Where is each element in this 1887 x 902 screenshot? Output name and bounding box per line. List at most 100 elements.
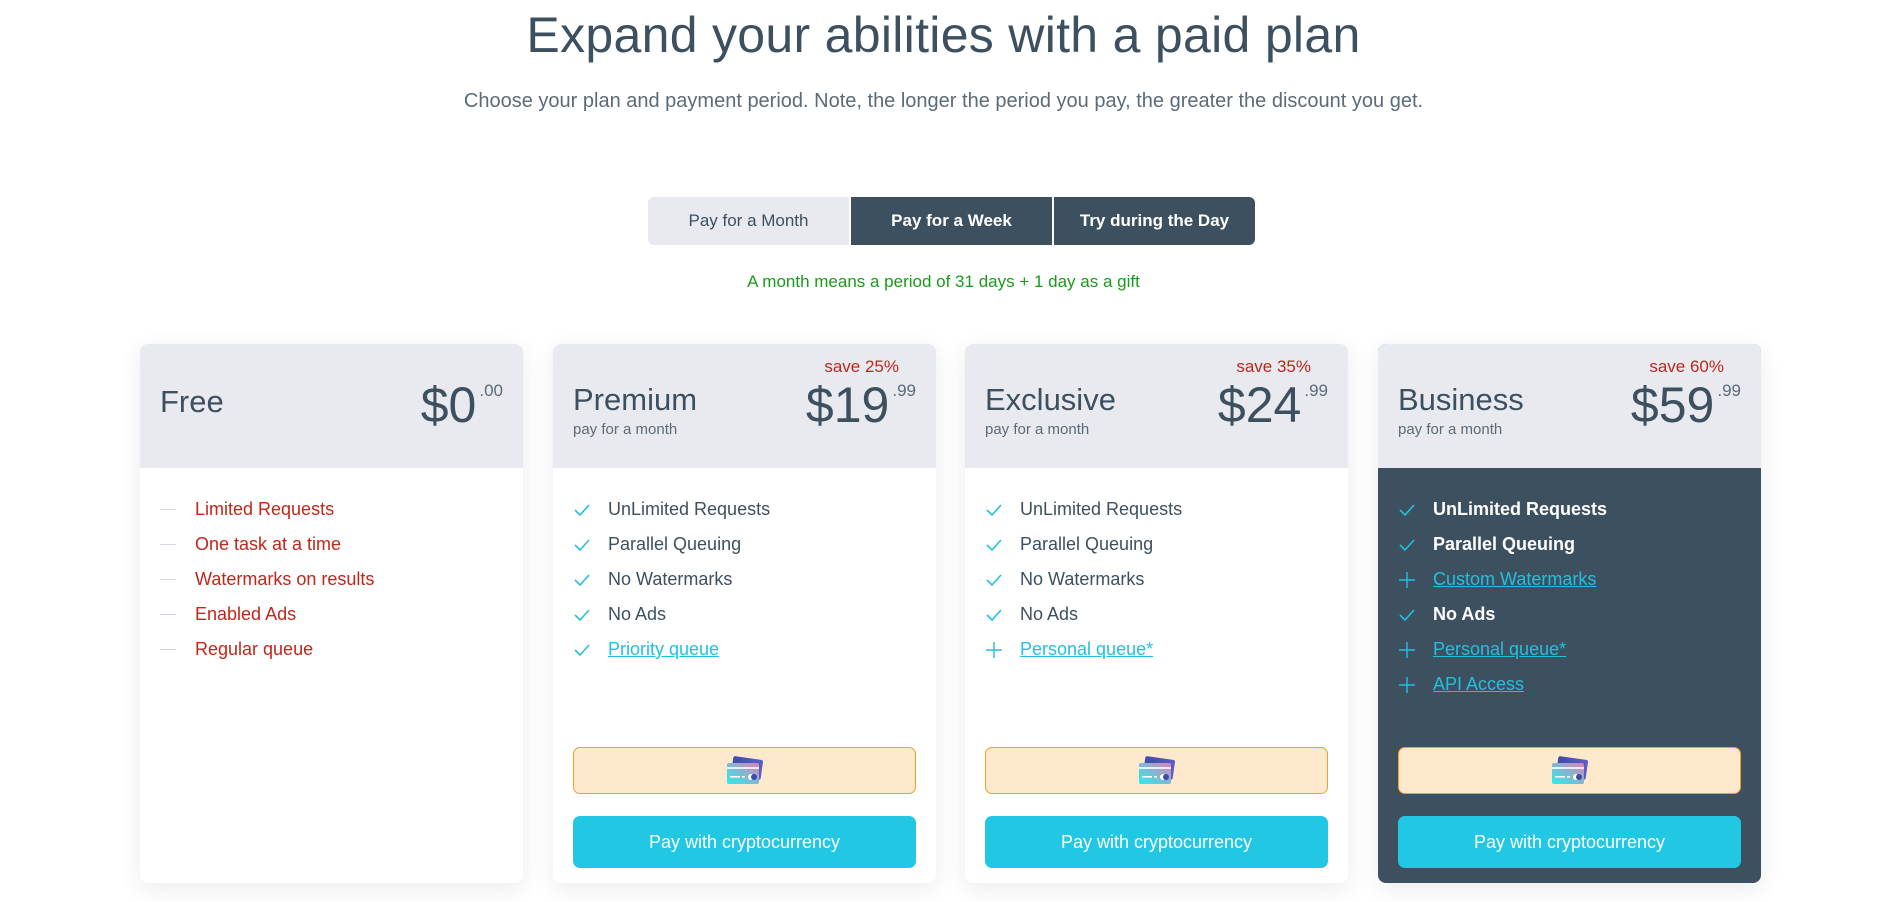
pay-with-card-button[interactable] <box>573 747 916 794</box>
feature-label: Enabled Ads <box>195 604 297 624</box>
toggle-pay-week[interactable]: Pay for a Week <box>849 197 1052 245</box>
check-icon <box>573 573 608 587</box>
plan-card-exclusive: save 35% Exclusive pay for a month $24 .… <box>965 344 1348 883</box>
dash-icon <box>160 649 195 650</box>
feature-list: UnLimited Requests Parallel Queuing Custom… <box>1378 468 1761 702</box>
feature-list: UnLimited Requests Parallel Queuing No Wat… <box>965 468 1348 667</box>
plus-icon <box>1398 641 1433 659</box>
feature-item[interactable]: Priority queue <box>573 632 916 667</box>
feature-item[interactable]: API Access <box>1398 667 1741 702</box>
feature-item: No Ads <box>985 597 1328 632</box>
feature-item: No Ads <box>573 597 916 632</box>
pay-with-card-button[interactable] <box>985 747 1328 794</box>
check-icon <box>573 503 608 517</box>
feature-label: One task at a time <box>195 534 342 554</box>
plan-name: Business <box>1398 382 1524 417</box>
plan-price: $19 .99 <box>806 377 916 433</box>
check-icon <box>985 538 1020 552</box>
feature-item: Regular queue <box>160 632 503 667</box>
check-icon <box>1398 608 1433 622</box>
feature-label: UnLimited Requests <box>1433 499 1608 519</box>
feature-item: Enabled Ads <box>160 597 503 632</box>
feature-label: UnLimited Requests <box>608 499 771 519</box>
save-badge: save 25% <box>824 357 899 376</box>
plan-price: $59 .99 <box>1631 377 1741 433</box>
plan-name: Free <box>160 384 224 419</box>
plan-header: save 25% Premium pay for a month $19 .99 <box>553 344 936 468</box>
feature-label: UnLimited Requests <box>1020 499 1183 519</box>
price-integer: $24 <box>1217 377 1302 433</box>
feature-label: Watermarks on results <box>195 569 375 589</box>
feature-label: No Ads <box>1020 604 1079 624</box>
credit-card-icon <box>1550 755 1590 786</box>
plan-price: $0 .00 <box>421 377 503 433</box>
plan-card-business: save 60% Business pay for a month $59 .9… <box>1378 344 1761 883</box>
page-subtitle: Choose your plan and payment period. Not… <box>463 90 1424 112</box>
feature-item: Parallel Queuing <box>985 527 1328 562</box>
credit-card-icon <box>1137 755 1177 786</box>
price-cents: .99 <box>1304 381 1328 400</box>
plan-price: $24 .99 <box>1218 377 1328 433</box>
dash-icon <box>160 509 195 510</box>
feature-link[interactable]: API Access <box>1433 674 1524 695</box>
feature-item: UnLimited Requests <box>985 492 1328 527</box>
feature-item: Parallel Queuing <box>573 527 916 562</box>
feature-link[interactable]: Priority queue <box>608 639 719 660</box>
feature-item: Watermarks on results <box>160 562 503 597</box>
plan-period: pay for a month <box>985 421 1090 438</box>
feature-link[interactable]: Personal queue* <box>1433 639 1566 660</box>
dash-icon <box>160 614 195 615</box>
check-icon <box>985 503 1020 517</box>
feature-label: Parallel Queuing <box>1020 534 1154 554</box>
pay-crypto-button[interactable]: Pay with cryptocurrency <box>1398 816 1741 868</box>
save-badge: save 60% <box>1649 357 1724 376</box>
feature-item[interactable]: Custom Watermarks <box>1398 562 1741 597</box>
pay-crypto-button[interactable]: Pay with cryptocurrency <box>573 816 916 868</box>
plan-card-premium: save 25% Premium pay for a month $19 .99… <box>553 344 936 883</box>
plus-icon <box>985 641 1020 659</box>
feature-item: Parallel Queuing <box>1398 527 1741 562</box>
plan-name: Exclusive <box>985 382 1116 417</box>
feature-item[interactable]: Personal queue* <box>1398 632 1741 667</box>
feature-item: No Ads <box>1398 597 1741 632</box>
page-title: Expand your abilities with a paid plan <box>526 7 1361 63</box>
plus-icon <box>1398 571 1433 589</box>
feature-label: Parallel Queuing <box>608 534 742 554</box>
save-badge: save 35% <box>1236 357 1311 376</box>
pay-with-card-button[interactable] <box>1398 747 1741 794</box>
price-cents: .99 <box>892 381 916 400</box>
feature-label: No Watermarks <box>608 569 733 589</box>
feature-item[interactable]: Personal queue* <box>985 632 1328 667</box>
price-cents: .99 <box>1717 381 1741 400</box>
period-note: A month means a period of 31 days + 1 da… <box>747 272 1140 291</box>
feature-list: UnLimited Requests Parallel Queuing No Wat… <box>553 468 936 667</box>
dash-icon <box>160 544 195 545</box>
price-integer: $59 <box>1630 377 1715 433</box>
feature-label: No Ads <box>608 604 667 624</box>
check-icon <box>985 573 1020 587</box>
price-integer: $19 <box>805 377 890 433</box>
feature-item: No Watermarks <box>573 562 916 597</box>
plan-header: save 35% Exclusive pay for a month $24 .… <box>965 344 1348 468</box>
feature-item: UnLimited Requests <box>573 492 916 527</box>
plan-header: save 60% Business pay for a month $59 .9… <box>1378 344 1761 468</box>
plan-period: pay for a month <box>1398 421 1503 438</box>
feature-link[interactable]: Custom Watermarks <box>1433 569 1596 590</box>
pay-crypto-button[interactable]: Pay with cryptocurrency <box>985 816 1328 868</box>
feature-item: No Watermarks <box>985 562 1328 597</box>
plan-period: pay for a month <box>573 421 678 438</box>
toggle-try-day[interactable]: Try during the Day <box>1052 197 1255 245</box>
price-integer: $0 <box>420 377 477 433</box>
feature-item: One task at a time <box>160 527 503 562</box>
period-toggle: Pay for a Month Pay for a Week Try durin… <box>648 197 1255 245</box>
price-cents: .00 <box>479 381 503 400</box>
check-icon <box>1398 503 1433 517</box>
feature-list: Limited Requests One task at a time Waterm… <box>140 468 523 667</box>
check-icon <box>985 608 1020 622</box>
toggle-pay-month[interactable]: Pay for a Month <box>648 197 849 245</box>
feature-label: Regular queue <box>195 639 314 659</box>
check-icon <box>573 538 608 552</box>
plan-name: Premium <box>573 382 698 417</box>
feature-link[interactable]: Personal queue* <box>1020 639 1153 660</box>
credit-card-icon <box>725 755 765 786</box>
